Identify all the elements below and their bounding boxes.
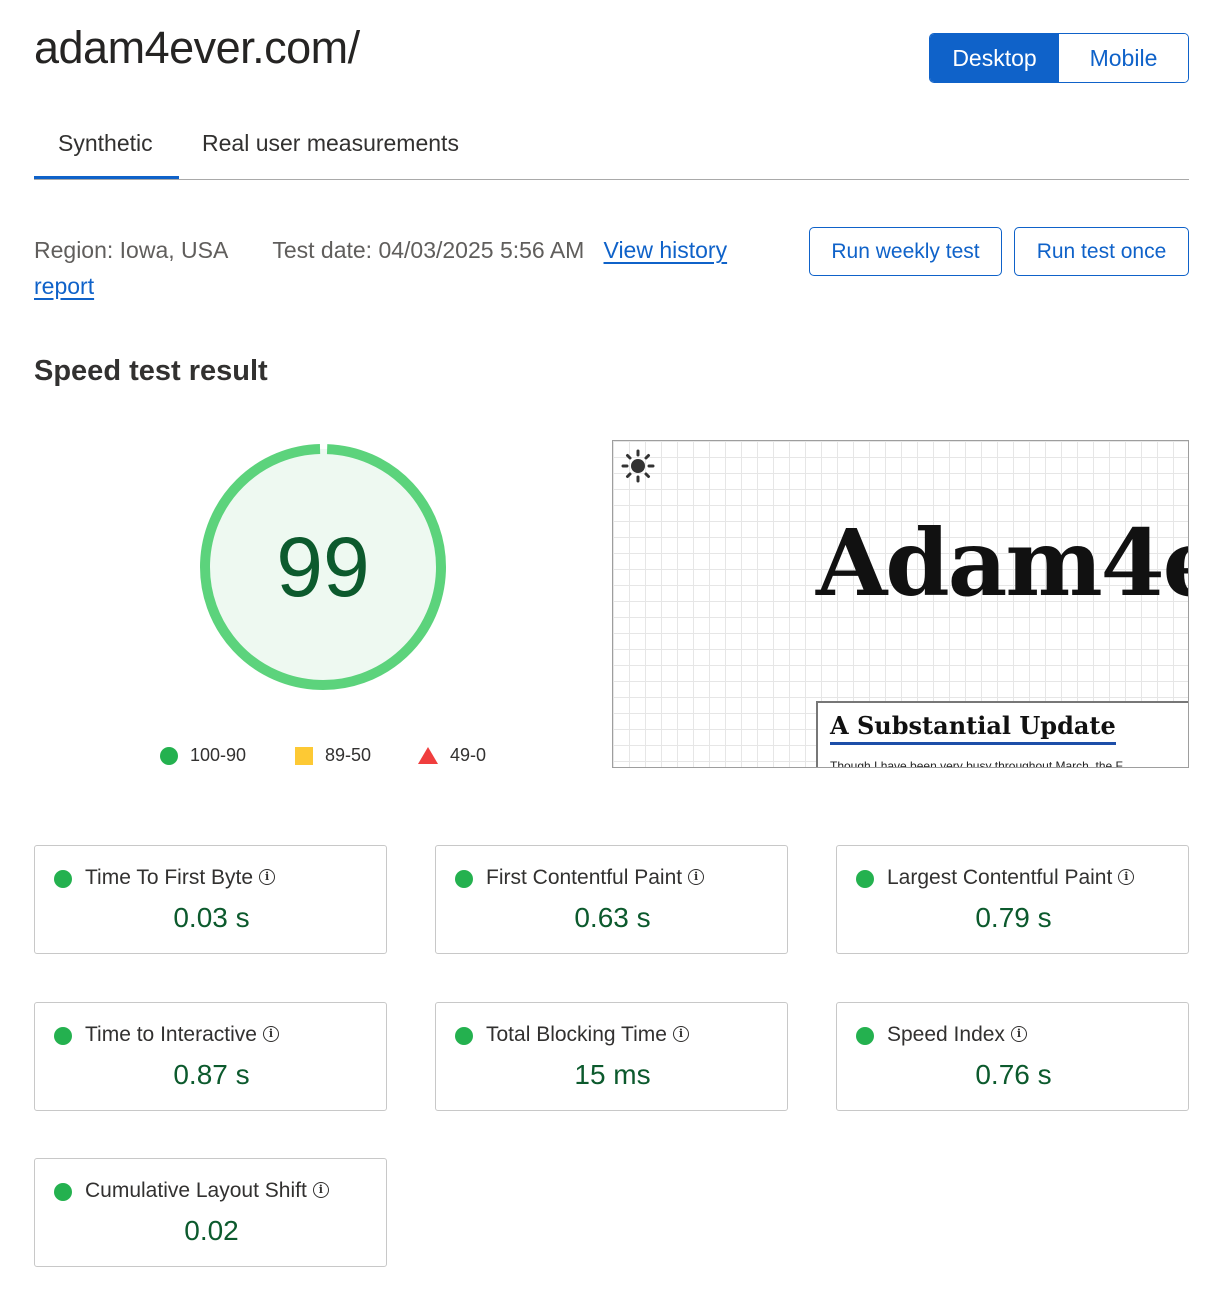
metric-label: First Contentful Paint	[486, 866, 683, 889]
metric-card-tti: Time to Interactive i 0.87 s	[34, 1002, 387, 1111]
region-text: Region: Iowa, USA	[34, 237, 229, 263]
page-title: adam4ever.com/	[34, 22, 360, 73]
info-icon[interactable]: i	[672, 1026, 689, 1042]
metric-card-lcp: Largest Contentful Paint i 0.79 s	[836, 845, 1189, 954]
tab-real-user-measurements[interactable]: Real user measurements	[202, 130, 459, 157]
status-dot-icon	[455, 870, 473, 888]
status-dot-icon	[54, 1183, 72, 1201]
desktop-button[interactable]: Desktop	[930, 34, 1059, 82]
metric-card-fcp: First Contentful Paint i 0.63 s	[435, 845, 788, 954]
preview-post-title: A Substantial Update	[830, 711, 1116, 745]
legend-average: 89-50	[295, 745, 371, 766]
info-icon[interactable]: i	[688, 869, 705, 885]
test-date-text: Test date: 04/03/2025 5:56 AM	[272, 237, 585, 263]
metric-value: 0.03 s	[173, 902, 250, 933]
metric-value: 0.02	[184, 1215, 239, 1246]
status-dot-icon	[455, 1027, 473, 1045]
status-dot-icon	[856, 1027, 874, 1045]
metric-card-ttfb: Time To First Byte i 0.03 s	[34, 845, 387, 954]
metric-value: 0.87 s	[173, 1059, 250, 1090]
metric-label: Time to Interactive	[85, 1023, 257, 1046]
active-tab-indicator	[34, 176, 179, 179]
legend-good: 100-90	[160, 745, 246, 766]
legend-good-label: 100-90	[190, 745, 247, 765]
info-icon[interactable]: i	[262, 1026, 279, 1042]
performance-score: 99	[276, 519, 370, 614]
legend-average-label: 89-50	[325, 745, 372, 765]
status-dot-icon	[856, 870, 874, 888]
green-circle-icon	[160, 746, 178, 765]
device-toggle: Desktop Mobile	[929, 33, 1189, 83]
metric-label: Time To First Byte	[85, 866, 254, 889]
metric-card-speed-index: Speed Index i 0.76 s	[836, 1002, 1189, 1111]
sun-icon	[621, 449, 655, 483]
legend-poor: 49-0	[418, 745, 486, 766]
metric-card-cls: Cumulative Layout Shift i 0.02	[34, 1158, 387, 1267]
run-test-once-button[interactable]: Run test once	[1014, 227, 1189, 276]
info-icon[interactable]: i	[1118, 869, 1135, 885]
mobile-button[interactable]: Mobile	[1059, 34, 1188, 82]
info-icon[interactable]: i	[259, 869, 276, 885]
metric-card-tbt: Total Blocking Time i 15 ms	[435, 1002, 788, 1111]
metric-label: Largest Contentful Paint	[887, 866, 1113, 889]
page-screenshot-preview: Adam4e A Substantial Update Though I hav…	[612, 440, 1189, 768]
run-weekly-test-button[interactable]: Run weekly test	[809, 227, 1002, 276]
preview-post-excerpt: Though I have been very busy throughout …	[830, 759, 1123, 768]
metric-label: Speed Index	[887, 1023, 1005, 1046]
speed-test-result-heading: Speed test result	[34, 355, 268, 387]
yellow-square-icon	[295, 746, 313, 765]
metric-value: 0.76 s	[975, 1059, 1052, 1090]
metric-label: Total Blocking Time	[486, 1023, 667, 1046]
metric-value: 0.79 s	[975, 902, 1052, 933]
preview-brand-text: Adam4e	[816, 509, 1189, 617]
test-info: Region: Iowa, USA Test date: 04/03/2025 5…	[34, 232, 764, 304]
metric-label: Cumulative Layout Shift	[85, 1179, 307, 1202]
red-triangle-icon	[418, 747, 438, 764]
info-icon[interactable]: i	[1010, 1026, 1027, 1042]
preview-post-card: A Substantial Update Though I have been …	[816, 701, 1188, 768]
metric-value: 0.63 s	[574, 902, 651, 933]
info-icon[interactable]: i	[312, 1182, 329, 1198]
status-dot-icon	[54, 870, 72, 888]
metric-value: 15 ms	[574, 1059, 651, 1090]
tab-synthetic[interactable]: Synthetic	[58, 130, 153, 157]
tab-bar: Synthetic Real user measurements	[34, 120, 1189, 180]
status-dot-icon	[54, 1027, 72, 1045]
legend-poor-label: 49-0	[450, 745, 487, 765]
